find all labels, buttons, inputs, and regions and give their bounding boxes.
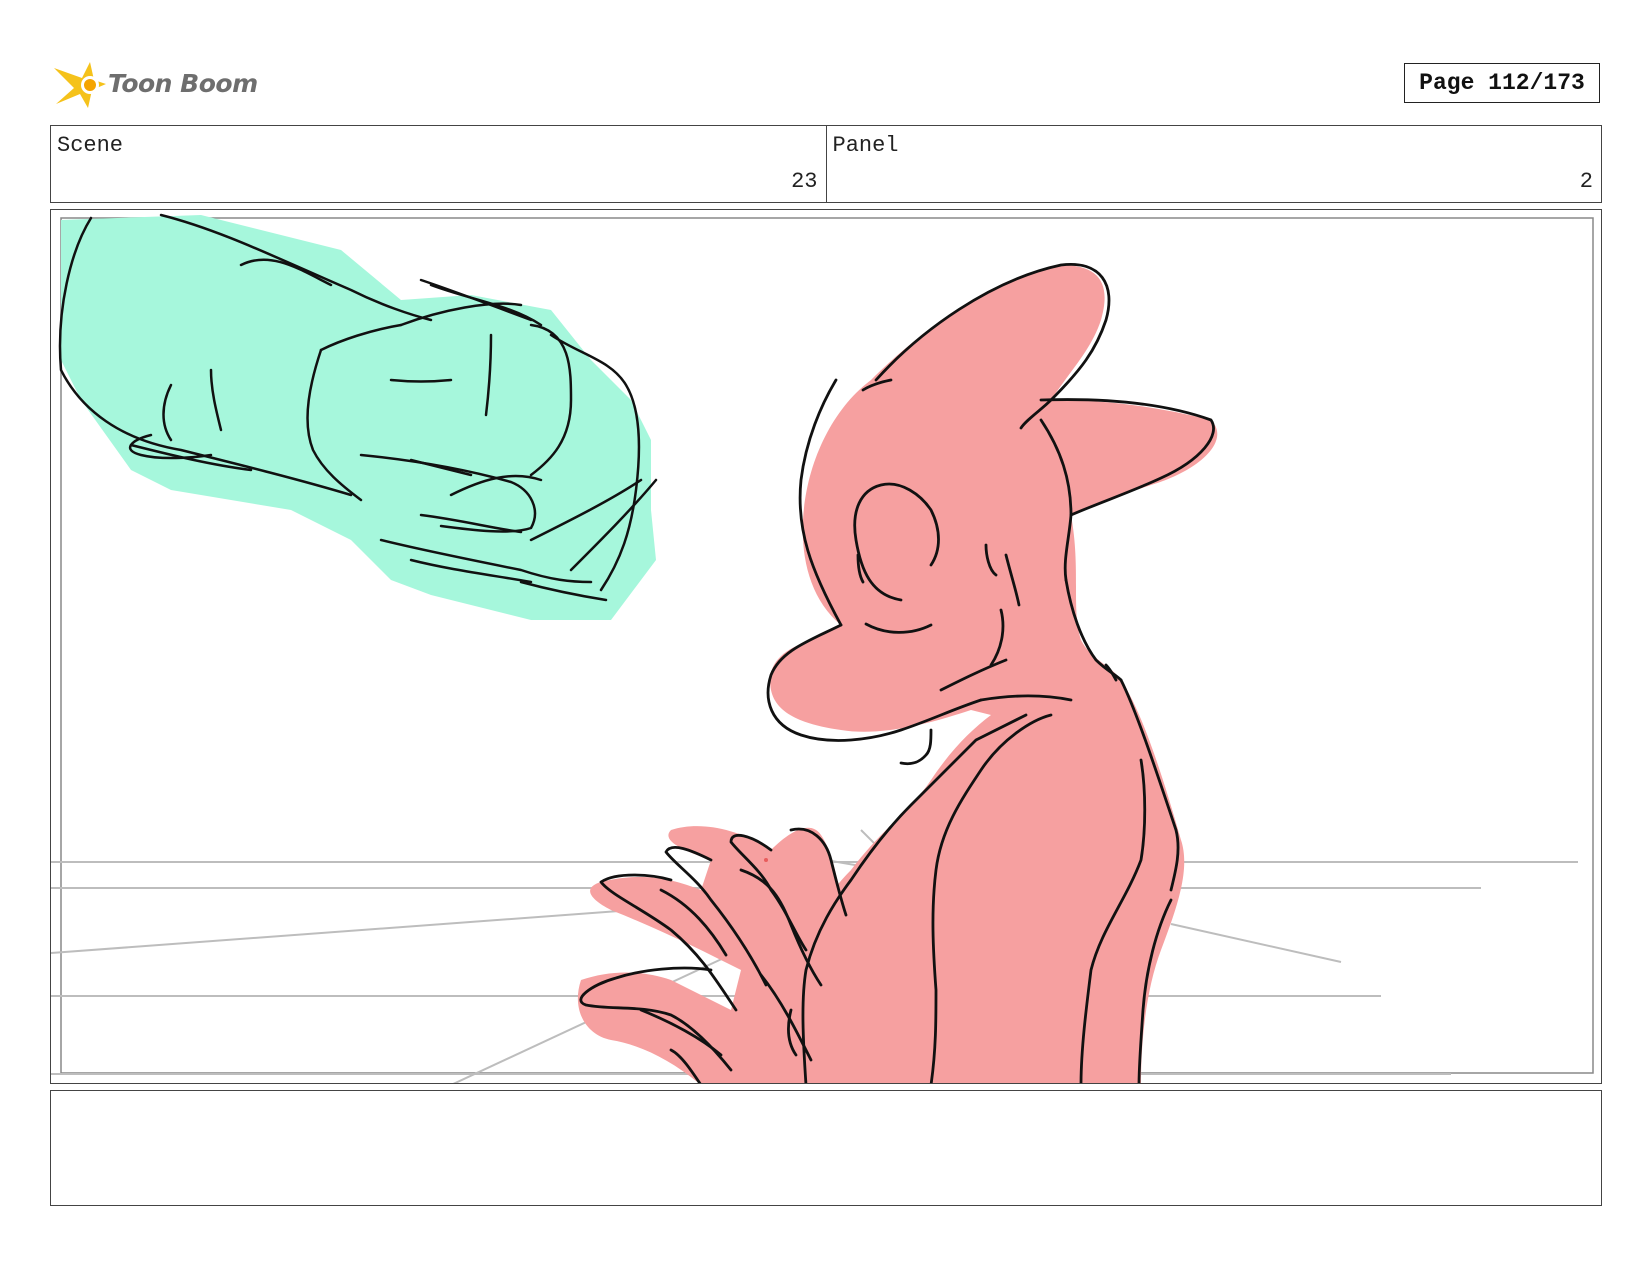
- panel-label: Panel: [832, 133, 899, 158]
- scene-value: 23: [791, 169, 818, 194]
- storyboard-panel-frame: [50, 209, 1602, 1084]
- toon-boom-logo: Toon Boom: [52, 58, 262, 112]
- scene-panel-info: Scene 23 Panel 2: [50, 125, 1602, 203]
- logo-text: Toon Boom: [108, 69, 258, 98]
- panel-cell: Panel 2: [825, 126, 1602, 202]
- page-indicator: Page 112/173: [1404, 63, 1600, 103]
- panel-value: 2: [1579, 169, 1593, 194]
- scene-label: Scene: [57, 133, 124, 158]
- scene-cell: Scene 23: [51, 126, 826, 202]
- fist-sketch: [58, 213, 658, 620]
- panel-drawing: [51, 213, 1594, 1083]
- pink-character: [577, 262, 1218, 1083]
- panel-notes-box: [50, 1090, 1602, 1206]
- comet-star-icon: [54, 62, 106, 108]
